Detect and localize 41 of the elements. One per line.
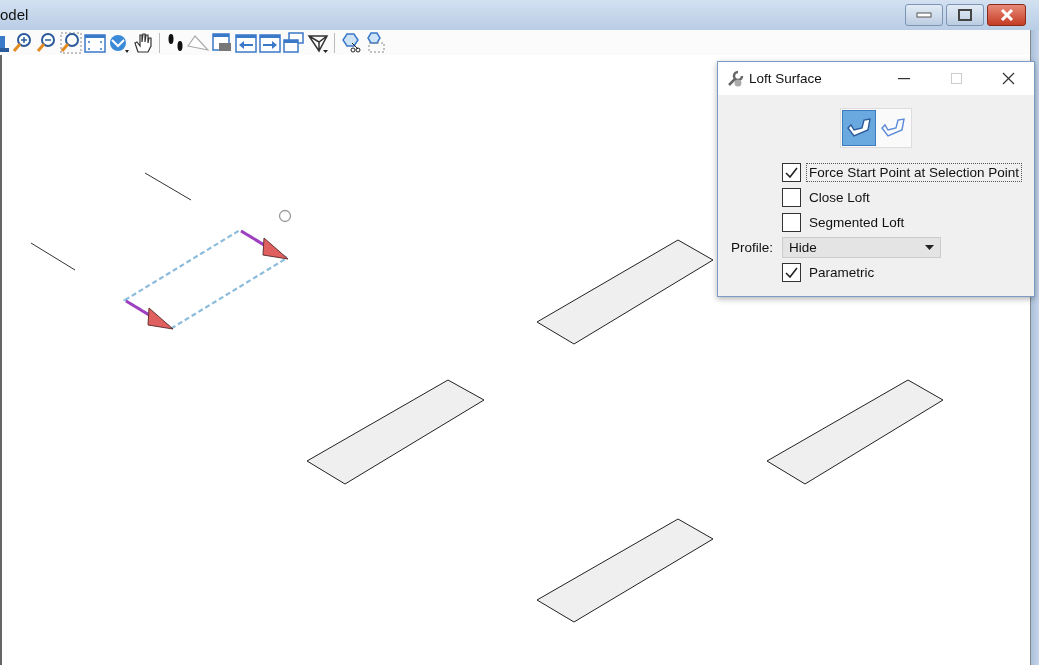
dropdown-caret-icon [925,245,935,250]
clip-mask-icon[interactable] [364,31,386,54]
direction-arrow [240,229,289,260]
direction-arrow [125,299,174,330]
checkbox[interactable] [782,263,801,282]
loft-mode-button[interactable] [842,110,876,146]
previous-view-icon[interactable] [235,31,257,54]
close-icon[interactable] [1001,72,1015,85]
next-view-icon[interactable] [259,31,281,54]
line-element [144,172,192,201]
checkbox-label: Parametric [808,264,876,282]
zoom-in-icon[interactable] [12,31,34,54]
minimize-icon [916,12,932,18]
pan-hand-icon[interactable] [132,31,154,54]
close-icon [999,9,1014,21]
checkbox[interactable] [782,213,801,232]
copy-view-icon[interactable] [283,31,305,54]
maximize-button[interactable] [946,4,984,26]
dialog-title: Loft Surface [749,71,823,86]
window-title: odel [0,5,29,23]
fit-view-icon[interactable] [84,31,106,54]
camera-view-icon[interactable] [211,31,233,54]
zoom-out-icon[interactable] [36,31,58,54]
window-area-icon[interactable] [60,31,82,54]
profile-dropdown[interactable]: Hide [782,237,942,258]
maximize-icon [950,73,962,84]
loft-surface-icon [846,116,872,140]
line-element [30,242,76,271]
close-button[interactable] [987,4,1026,26]
loft-surface-icon [880,116,906,140]
checkbox-label: Close Loft [808,189,871,207]
checkbox-label: Force Start Point at Selection Point [806,163,1023,182]
profile-label: Profile: [731,240,774,255]
checkbox[interactable] [782,188,801,207]
cursor-circle [278,209,292,223]
minimize-icon[interactable] [898,77,910,80]
clip-volume-icon[interactable] [340,31,362,54]
tool-settings-icon [726,69,744,88]
maximize-icon [958,9,972,21]
checkbox[interactable] [782,163,801,182]
checkbox-label: Segmented Loft [808,214,906,232]
